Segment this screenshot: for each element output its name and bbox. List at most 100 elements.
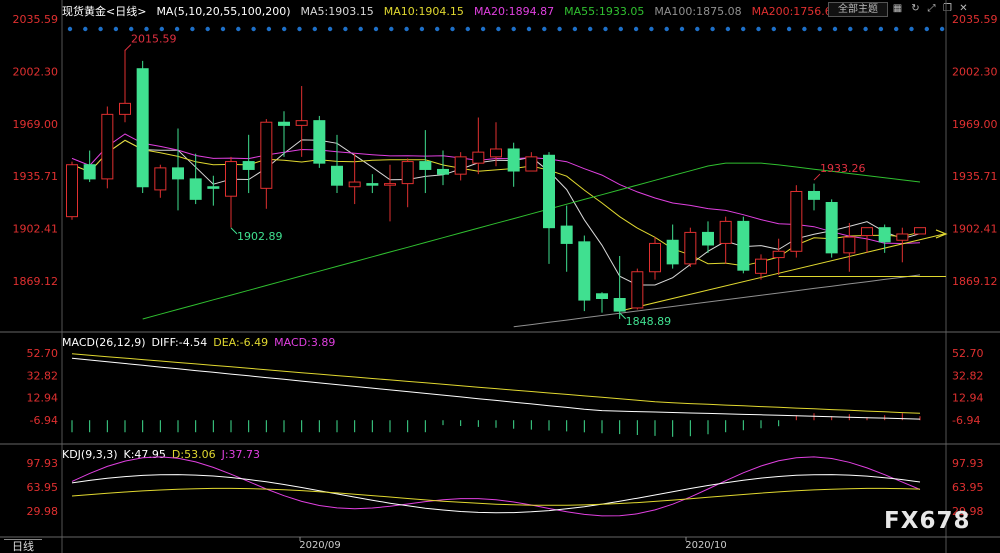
grid-dot (664, 26, 669, 32)
candle-body (702, 231, 714, 246)
price-tick-left: 1935.71 (13, 170, 59, 183)
candle (772, 238, 785, 275)
price-tick-left: 2035.59 (13, 13, 59, 26)
grid-dot (633, 26, 639, 32)
grid-dot (450, 26, 455, 32)
candle-body (136, 68, 149, 188)
candle-body (719, 220, 732, 244)
grid-dot (98, 26, 103, 32)
grid-dot (878, 26, 884, 32)
grid-dot (863, 26, 868, 32)
candle (560, 205, 573, 272)
gold-daily-chart[interactable]: 2035.59 2035.59 2002.30 2002.30 1969.00 1969.… (0, 0, 1000, 553)
candle (543, 152, 555, 264)
candle-body (560, 225, 573, 244)
candle-body (295, 120, 308, 126)
price-annotation: 1848.89 (626, 315, 672, 328)
grid-dot (144, 26, 149, 32)
candle-body (419, 161, 432, 170)
candle (613, 256, 626, 319)
candle-body (649, 242, 661, 273)
grid-dot (67, 26, 73, 32)
candle-body (401, 161, 414, 185)
tab-daily[interactable]: 日线 (4, 539, 42, 553)
candle-body (896, 233, 909, 241)
grid-dot (741, 26, 746, 32)
candle (66, 161, 78, 220)
candle-body (119, 102, 131, 115)
macd-dea-line (71, 353, 921, 414)
grid-dot (679, 26, 685, 32)
candle-body (225, 161, 237, 197)
candle (843, 222, 856, 272)
candle (737, 216, 750, 274)
trendline-arrow (935, 229, 948, 239)
candle-body (490, 148, 502, 158)
grid-dot (756, 26, 761, 32)
kdj-tick-left: 97.93 (27, 457, 59, 470)
candle-body (66, 164, 78, 218)
price-tick-left: 1969.00 (13, 118, 59, 131)
grid-dot (297, 26, 302, 32)
candle (384, 164, 396, 222)
grid-dot (894, 26, 899, 32)
grid-dot (129, 26, 134, 32)
grid-dot (343, 26, 348, 32)
price-annotation: 1933.26 (820, 162, 866, 175)
candle-body (472, 151, 485, 164)
candle (366, 174, 379, 194)
grid-dot (389, 26, 394, 32)
price-tick-right: 1902.41 (952, 223, 998, 236)
ma100-line (513, 274, 921, 328)
grid-dot (190, 26, 195, 32)
candle-body (861, 227, 873, 237)
price-tick-right: 1969.00 (952, 118, 998, 131)
grid-dot (236, 26, 241, 32)
kdj-j-line (71, 456, 921, 517)
candle (189, 153, 202, 205)
candle (119, 49, 131, 123)
candle (525, 152, 538, 172)
candle (154, 164, 167, 198)
candle-body (454, 156, 467, 175)
candle (684, 227, 697, 268)
candle (295, 86, 308, 157)
candle (419, 130, 432, 194)
grid-dot (817, 26, 822, 32)
grid-dot (465, 26, 470, 32)
macd-tick-left: -6.94 (30, 414, 58, 427)
candle-body (366, 183, 379, 186)
candle (596, 292, 608, 313)
candle-body (790, 190, 803, 252)
candle-body (331, 165, 343, 186)
grid-dot (649, 26, 654, 32)
price-tick-right: 2035.59 (952, 13, 998, 26)
grid-dot (603, 26, 608, 32)
candle (790, 185, 803, 258)
candle-body (825, 201, 838, 254)
grid-dot (511, 26, 516, 32)
candle-body (154, 167, 167, 191)
grid-dot (220, 26, 226, 32)
candle-body (666, 239, 679, 265)
price-tick-right: 2002.30 (952, 65, 998, 78)
candle (101, 106, 114, 189)
grid-dot (174, 26, 180, 32)
candle (808, 183, 820, 211)
grid-dot (282, 26, 287, 32)
grid-dot (251, 26, 256, 32)
price-annotation: 1902.89 (237, 230, 283, 243)
time-tick-label: 2020/09 (299, 540, 341, 551)
time-tick-label: 2020/10 (685, 540, 727, 551)
candle-body (684, 231, 697, 265)
macd-tick-right: -6.94 (952, 414, 980, 427)
candle (454, 152, 467, 181)
kdj-tick-right: 97.93 (952, 457, 984, 470)
macd-tick-right: 52.70 (952, 347, 984, 360)
candle-body (596, 293, 608, 300)
kdj-tick-left: 63.95 (27, 481, 59, 494)
candle-body (313, 120, 326, 164)
candle (83, 150, 96, 183)
candle-body (808, 190, 820, 200)
grid-dot (480, 26, 486, 32)
